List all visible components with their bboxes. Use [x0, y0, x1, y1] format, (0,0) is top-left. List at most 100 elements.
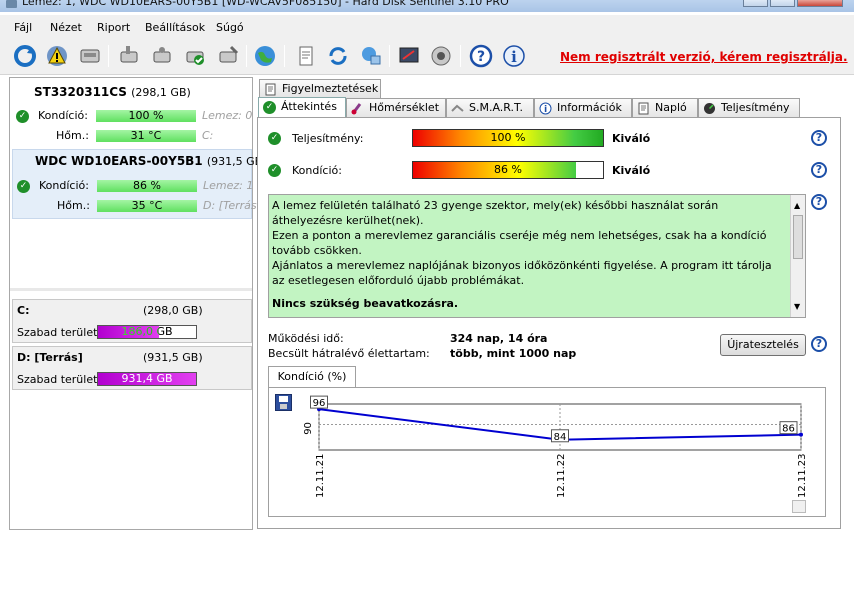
message-line: A lemez felületén található 23 gyenge sz…	[272, 199, 719, 227]
help-icon[interactable]: ?	[811, 336, 827, 352]
disk-check-icon[interactable]	[182, 43, 208, 69]
app-icon	[6, 0, 17, 8]
info-icon[interactable]: i	[501, 43, 527, 69]
tab-log[interactable]: Napló	[632, 98, 698, 118]
dashboard-icon[interactable]	[396, 43, 422, 69]
disk-drive-letter: D: [Terrás	[203, 199, 257, 212]
uptime-value: 324 nap, 14 óra	[450, 332, 548, 345]
tab-overview[interactable]: ✓ Áttekintés	[258, 97, 346, 118]
tab-label: Figyelmeztetések	[282, 82, 379, 95]
tab-label: S.M.A.R.T.	[469, 101, 523, 114]
partition-name: D: [Terrás]	[17, 351, 83, 364]
maximize-button[interactable]	[770, 0, 795, 7]
check-icon: ✓	[268, 132, 281, 145]
close-button[interactable]	[797, 0, 843, 7]
menu-report[interactable]: Riport	[97, 21, 130, 34]
warning-tab-icon	[265, 83, 276, 96]
x-tick-label: 12.11.23	[797, 453, 808, 498]
health-bar: 100 %	[96, 110, 196, 122]
panel-divider[interactable]	[10, 288, 252, 291]
disk-index: Lemez: 0	[202, 109, 253, 122]
temp-bar: 35 °C	[97, 200, 197, 212]
free-space-value: 931,4 GB	[121, 372, 173, 385]
partition-name: C:	[17, 304, 30, 317]
disk-tool-icon[interactable]	[116, 43, 142, 69]
retest-button[interactable]: Újratesztelés	[720, 334, 806, 356]
free-space-value: 186,0 GB	[121, 325, 173, 338]
warning-icon[interactable]	[44, 43, 70, 69]
network-icon[interactable]	[358, 43, 384, 69]
menu-view[interactable]: Nézet	[50, 21, 82, 34]
health-bar: 86 %	[97, 180, 197, 192]
minimize-button[interactable]	[743, 0, 768, 7]
thermometer-icon	[351, 103, 362, 115]
help-icon[interactable]: ?	[811, 194, 827, 210]
disk-index: Lemez: 1	[203, 179, 254, 192]
partition-size: (298,0 GB)	[143, 304, 203, 317]
chart-scroll-thumb[interactable]	[792, 500, 806, 513]
health-value: 86 %	[494, 163, 522, 176]
message-scrollbar[interactable]: ▲ ▼	[790, 195, 805, 317]
refresh-icon[interactable]	[12, 43, 38, 69]
unregistered-link[interactable]: Nem regisztrált verzió, kérem regisztrál…	[560, 50, 848, 64]
data-label: 96	[313, 398, 326, 409]
disk-settings-icon[interactable]	[149, 43, 175, 69]
disk-drive-letter: C:	[202, 129, 214, 142]
sound-icon[interactable]	[428, 43, 454, 69]
check-icon: ✓	[263, 101, 276, 114]
help-icon[interactable]: ?	[811, 162, 827, 178]
disk-name: WDC WD10EARS-00Y5B1 (931,5 GB)	[35, 154, 267, 168]
health-label: Kondíció:	[39, 179, 89, 192]
disk-list-panel: ST3320311CS (298,1 GB) ✓ Kondíció: 100 %…	[9, 77, 267, 530]
data-label: 84	[554, 432, 567, 443]
globe-icon[interactable]	[252, 43, 278, 69]
free-space-label: Szabad terület	[17, 373, 98, 386]
menu-help[interactable]: Súgó	[216, 21, 244, 34]
data-label: 86	[782, 424, 795, 435]
performance-icon	[704, 103, 715, 114]
tab-label: Hőmérséklet	[369, 101, 440, 114]
disk-wrench-icon[interactable]	[215, 43, 241, 69]
disk-item-1[interactable]: ST3320311CS (298,1 GB) ✓ Kondíció: 100 %…	[12, 80, 252, 148]
menu-file[interactable]: Fájl	[14, 21, 32, 34]
partition-c[interactable]: C: (298,0 GB) Szabad terület 186,0 GB	[12, 299, 252, 343]
tab-smart[interactable]: S.M.A.R.T.	[446, 98, 534, 118]
uptime-label: Működési idő:	[268, 332, 344, 345]
svg-text:i: i	[511, 48, 517, 66]
message-line: Ajánlatos a merevlemez naplójának bizony…	[272, 259, 772, 287]
x-tick-label: 12.11.22	[556, 453, 567, 498]
y-tick-label: 90	[303, 422, 314, 435]
health-chart: 90 96 84 86 12.11.21 12.11.22 12.11.23	[303, 395, 808, 498]
performance-bar: 100 %	[412, 129, 604, 147]
menu-settings[interactable]: Beállítások	[145, 21, 205, 34]
sync-icon[interactable]	[325, 43, 351, 69]
health-label: Kondíció:	[292, 164, 342, 177]
menu-bar: Fájl Nézet Riport Beállítások Súgó	[0, 15, 854, 37]
scroll-down-icon[interactable]: ▼	[794, 299, 800, 314]
scroll-up-icon[interactable]: ▲	[794, 198, 800, 213]
temp-bar: 31 °C	[96, 130, 196, 142]
check-icon: ✓	[16, 110, 29, 123]
health-bar: 86 %	[412, 161, 604, 179]
free-space-label: Szabad terület	[17, 326, 98, 339]
message-conclusion: Nincs szükség beavatkozásra.	[272, 297, 459, 310]
disk-item-2[interactable]: WDC WD10EARS-00Y5B1 (931,5 GB) ✓ Kondíci…	[12, 149, 267, 219]
disk-icon[interactable]	[77, 43, 103, 69]
x-tick-label: 12.11.21	[315, 453, 326, 498]
toolbar: ? i Nem regisztrált verzió, kérem regisz…	[0, 37, 854, 75]
tab-warnings[interactable]: Figyelmeztetések	[259, 79, 381, 98]
svg-text:?: ?	[477, 49, 485, 65]
partition-d[interactable]: D: [Terrás] (931,5 GB) Szabad terület 93…	[12, 346, 252, 390]
help-icon[interactable]: ?	[468, 43, 494, 69]
title-bar: Lemez: 1, WDC WD10EARS-00Y5B1 [WD-WCAV5F…	[0, 0, 854, 12]
help-icon[interactable]: ?	[811, 130, 827, 146]
tab-information[interactable]: Információk	[534, 98, 632, 118]
smart-icon	[451, 104, 464, 112]
tab-temperature[interactable]: Hőmérséklet	[346, 98, 446, 118]
tab-health-chart[interactable]: Kondíció (%)	[268, 366, 356, 388]
tab-performance[interactable]: Teljesítmény	[698, 98, 800, 118]
status-message: A lemez felületén található 23 gyenge sz…	[268, 194, 806, 318]
report-icon[interactable]	[293, 43, 319, 69]
health-label: Kondíció:	[38, 109, 88, 122]
scroll-thumb[interactable]	[793, 215, 803, 259]
